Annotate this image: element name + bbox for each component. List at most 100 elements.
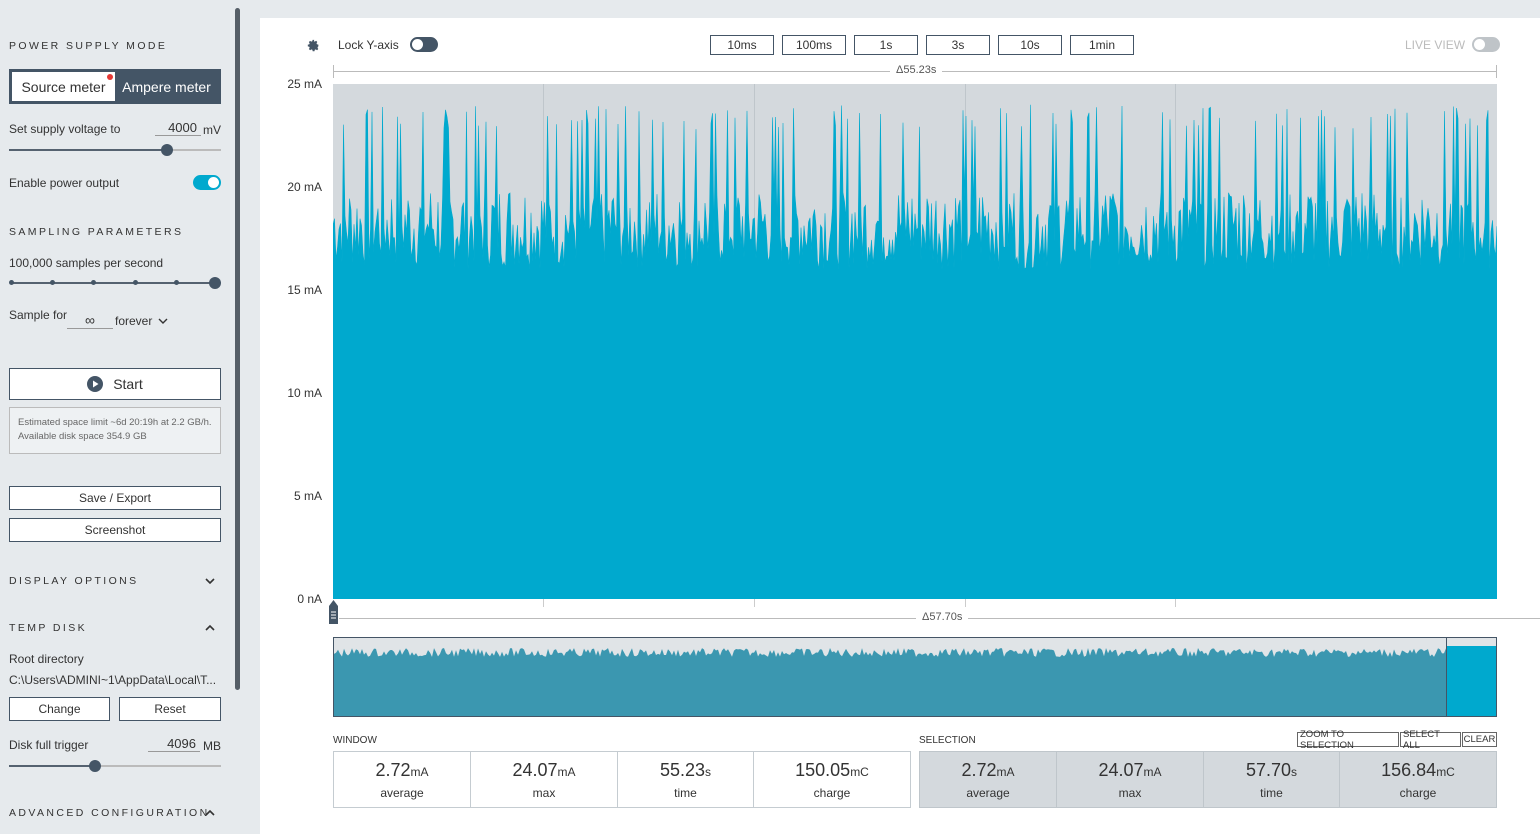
stat-unit: mA: [996, 764, 1015, 779]
clear-button[interactable]: CLEAR: [1462, 732, 1497, 747]
sample-rate-slider-track[interactable]: [11, 282, 215, 284]
stat-label: max: [1118, 785, 1142, 800]
window-10s-button[interactable]: 10s: [998, 35, 1062, 55]
gear-icon[interactable]: [307, 39, 320, 52]
disk-full-input[interactable]: 4096: [148, 736, 200, 752]
cursor-handle-icon[interactable]: [328, 600, 339, 625]
select-all-button[interactable]: SELECT ALL: [1400, 729, 1461, 751]
x-axis: [333, 599, 1497, 607]
stat-label: time: [674, 785, 697, 800]
notification-dot: [107, 74, 113, 80]
sample-rate-slider-thumb[interactable]: [209, 277, 221, 289]
section-power-supply-mode: POWER SUPPLY MODE: [9, 40, 168, 52]
y-tick-label: 20 mA: [287, 180, 322, 194]
stat-unit: mA: [410, 764, 429, 779]
minimap-window-handle[interactable]: [1446, 638, 1496, 716]
window-stats: 2.72mA average 24.07mA max 55.23s time 1…: [333, 751, 911, 808]
stat-charge: 156.84mC charge: [1339, 751, 1497, 808]
stat-unit: mC: [850, 764, 869, 779]
lock-y-axis-toggle[interactable]: [410, 37, 438, 52]
stat-label: average: [380, 785, 424, 800]
play-icon: [87, 376, 104, 392]
voltage-slider-fill: [9, 149, 167, 151]
chevron-down-icon: [158, 318, 168, 324]
bottom-delta-label: Δ57.70s: [916, 611, 969, 623]
stat-value: 2.72: [375, 759, 411, 780]
sidebar-scrollbar[interactable]: [235, 8, 240, 690]
voltage-input[interactable]: 4000: [155, 120, 201, 136]
enable-power-label: Enable power output: [9, 176, 120, 190]
root-directory-value: C:\Users\ADMINI~1\AppData\Local\T...: [9, 673, 217, 687]
measure-tick: [1496, 65, 1497, 78]
disk-full-slider-thumb[interactable]: [89, 760, 101, 772]
window-1s-button[interactable]: 1s: [854, 35, 918, 55]
current-waveform-area: [333, 104, 1497, 599]
chevron-up-icon[interactable]: [204, 807, 216, 819]
sample-rate-step[interactable]: [50, 280, 55, 285]
stat-charge: 150.05mC charge: [753, 751, 911, 808]
reset-button[interactable]: Reset: [119, 697, 221, 721]
start-label: Start: [113, 376, 143, 392]
overview-waveform: [334, 646, 1496, 716]
disk-full-slider-fill: [9, 765, 95, 767]
stat-time: 57.70s time: [1203, 751, 1339, 808]
stat-label: charge: [813, 785, 851, 800]
screenshot-button[interactable]: Screenshot: [9, 518, 221, 542]
y-tick-label: 0 nA: [297, 592, 322, 606]
power-mode-toggle[interactable]: Source meter Ampere meter: [9, 69, 221, 104]
overview-waveform-area: [334, 648, 1496, 716]
sample-rate-step[interactable]: [9, 280, 14, 285]
current-chart[interactable]: [333, 84, 1497, 599]
sample-for-input[interactable]: ∞: [67, 312, 113, 329]
y-tick-label: 15 mA: [287, 283, 322, 297]
chevron-down-icon[interactable]: [204, 575, 216, 587]
stat-value: 2.72: [961, 759, 997, 780]
stat-max: 24.07mA max: [470, 751, 617, 808]
source-meter-button[interactable]: Source meter: [12, 72, 115, 101]
window-100ms-button[interactable]: 100ms: [782, 35, 846, 55]
selection-stats: 2.72mA average 24.07mA max 57.70s time 1…: [919, 751, 1497, 808]
change-button[interactable]: Change: [9, 697, 110, 721]
window-stats-title: WINDOW: [333, 735, 377, 746]
window-1min-button[interactable]: 1min: [1070, 35, 1134, 55]
voltage-unit: mV: [203, 123, 221, 137]
sample-rate-step[interactable]: [133, 280, 138, 285]
stat-unit: s: [705, 764, 712, 779]
stat-value: 24.07: [512, 759, 558, 780]
voltage-slider-thumb[interactable]: [161, 144, 173, 156]
stat-label: charge: [1399, 785, 1437, 800]
ampere-meter-label: Ampere meter: [122, 78, 211, 95]
section-display-options[interactable]: DISPLAY OPTIONS: [9, 575, 139, 587]
ampere-meter-button[interactable]: Ampere meter: [115, 72, 218, 101]
stat-value: 150.05: [795, 759, 851, 780]
chevron-up-icon[interactable]: [204, 622, 216, 634]
source-meter-label: Source meter: [21, 78, 106, 95]
samples-per-second-label: 100,000 samples per second: [9, 256, 164, 270]
sample-rate-step[interactable]: [174, 280, 179, 285]
stat-unit: mA: [1143, 764, 1162, 779]
live-view-label: LIVE VIEW: [1405, 38, 1466, 52]
overview-minimap[interactable]: [333, 637, 1497, 717]
live-view-toggle[interactable]: [1472, 37, 1500, 52]
enable-power-toggle[interactable]: [193, 175, 221, 190]
start-button[interactable]: Start: [9, 368, 221, 400]
sample-for-unit-dropdown[interactable]: forever: [115, 314, 168, 328]
sidebar: POWER SUPPLY MODE Source meter Ampere me…: [0, 0, 234, 834]
window-3s-button[interactable]: 3s: [926, 35, 990, 55]
stat-label: max: [532, 785, 556, 800]
stat-label: time: [1260, 785, 1283, 800]
stat-value: 57.70: [1245, 759, 1292, 780]
zoom-to-selection-button[interactable]: ZOOM TO SELECTION: [1297, 729, 1399, 751]
y-tick-label: 10 mA: [287, 386, 322, 400]
sample-for-label: Sample for: [9, 308, 68, 322]
stat-unit: mC: [1436, 764, 1455, 779]
stat-label: average: [966, 785, 1010, 800]
window-10ms-button[interactable]: 10ms: [710, 35, 774, 55]
sample-rate-step[interactable]: [91, 280, 96, 285]
section-advanced-configuration[interactable]: ADVANCED CONFIGURATION: [9, 807, 210, 819]
stat-value: 156.84: [1381, 759, 1437, 780]
stat-unit: mA: [557, 764, 576, 779]
section-temp-disk[interactable]: TEMP DISK: [9, 622, 87, 634]
stat-unit: s: [1291, 764, 1298, 779]
save-export-button[interactable]: Save / Export: [9, 486, 221, 510]
